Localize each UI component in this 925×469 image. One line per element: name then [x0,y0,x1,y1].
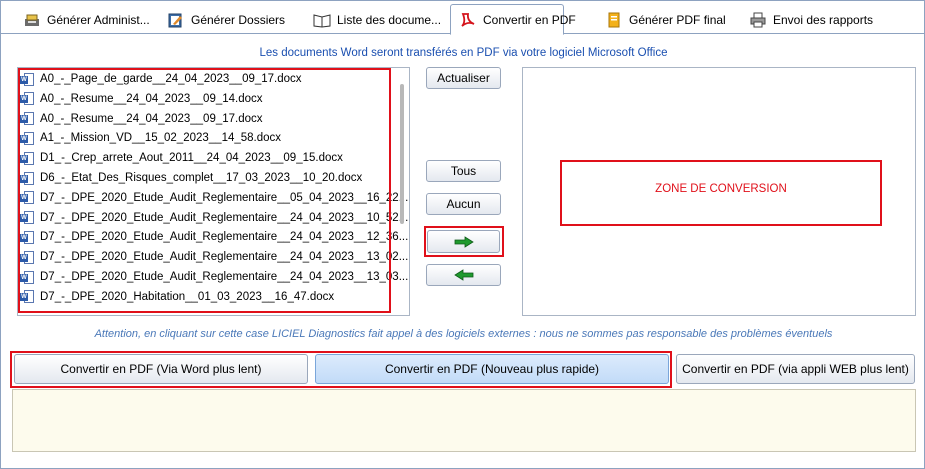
list-item-label: A1_-_Mission_VD__15_02_2023__14_58.docx [40,132,282,145]
list-item-label: A0_-_Page_de_garde__24_04_2023__09_17.do… [40,73,302,85]
refresh-button[interactable]: Actualiser [426,67,501,89]
word-doc-icon: W [20,131,35,146]
list-item[interactable]: W D7_-_DPE_2020_Etude_Audit_Reglementaire… [20,268,410,286]
scrollbar-thumb[interactable] [400,84,404,224]
move-left-button[interactable] [426,264,501,286]
list-item[interactable]: W A0_-_Resume__24_04_2023__09_14.docx [20,90,263,108]
list-item-label: A0_-_Resume__24_04_2023__09_17.docx [40,112,263,125]
word-doc-icon: W [20,151,35,166]
convert-word-button[interactable]: Convertir en PDF (Via Word plus lent) [14,354,308,384]
list-item-label: D7_-_DPE_2020_Etude_Audit_Reglementaire_… [40,211,410,224]
word-doc-icon: W [20,111,35,126]
tab-convertir-pdf[interactable]: Convertir en PDF [450,4,576,35]
move-right-button[interactable] [427,230,500,253]
word-doc-icon: W [20,190,35,205]
word-doc-icon: W [20,230,35,245]
select-none-button[interactable]: Aucun [426,193,501,215]
tab-bar: Générer Administ... Générer Dossiers Lis… [1,1,924,35]
list-item-label: D7_-_DPE_2020_Etude_Audit_Reglementaire_… [40,271,410,283]
list-item-label: D7_-_DPE_2020_Etude_Audit_Reglementaire_… [40,191,410,204]
app-window: Générer Administ... Générer Dossiers Lis… [0,0,925,469]
tab-generer-pdf-final[interactable]: Générer PDF final [597,6,734,34]
folder-edit-icon [167,12,185,28]
list-item[interactable]: W D7_-_DPE_2020_Etude_Audit_Reglementaire… [20,209,410,227]
printer-icon [749,12,767,28]
tab-label: Liste des docume... [337,13,442,27]
tab-label: Générer Administ... [47,13,150,27]
list-item-label: D1_-_Crep_arrete_Aout_2011__24_04_2023__… [40,152,343,165]
list-item-label: D7_-_DPE_2020_Etude_Audit_Reglementaire_… [40,231,410,244]
word-doc-icon: W [20,72,35,87]
tab-label: Générer Dossiers [191,13,286,27]
word-doc-icon: W [20,91,35,106]
convert-web-button[interactable]: Convertir en PDF (via appli WEB plus len… [676,354,915,384]
convert-new-button[interactable]: Convertir en PDF (Nouveau plus rapide) [315,354,669,384]
word-doc-icon: W [20,171,35,186]
list-item-label: A0_-_Resume__24_04_2023__09_14.docx [40,92,263,105]
word-doc-icon: W [20,270,35,285]
list-item[interactable]: W D1_-_Crep_arrete_Aout_2011__24_04_2023_… [20,149,343,167]
conversion-zone-label: ZONE DE CONVERSION [560,160,882,226]
arrow-left-icon [453,269,473,281]
pdf-icon [459,12,477,28]
list-item[interactable]: W D7_-_DPE_2020_Etude_Audit_Reglementaire… [20,228,410,246]
list-item[interactable]: W A0_-_Page_de_garde__24_04_2023__09_17.d… [20,70,302,88]
warning-message: Attention, en cliquant sur cette case LI… [94,328,833,340]
list-item[interactable]: W D7_-_DPE_2020_Etude_Audit_Reglementaire… [20,248,410,266]
list-item-label: D7_-_DPE_2020_Habitation__01_03_2023__16… [40,290,335,303]
word-doc-icon: W [20,250,35,265]
pdf-final-icon [605,12,623,28]
tab-liste-documents[interactable]: Liste des docume... [305,6,449,34]
tab-generer-administratif[interactable]: Générer Administ... [15,6,158,34]
info-message: Les documents Word seront transférés en … [259,47,668,59]
list-item[interactable]: W D6_-_Etat_Des_Risques_complet__17_03_20… [20,169,362,187]
word-doc-icon: W [20,289,35,304]
word-doc-icon: W [20,210,35,225]
list-item[interactable]: W A0_-_Resume__24_04_2023__09_17.docx [20,110,263,128]
tab-label: Générer PDF final [629,13,726,27]
document-list[interactable]: W A0_-_Page_de_garde__24_04_2023__09_17.d… [17,67,410,316]
book-icon [313,12,331,28]
admin-icon [23,12,41,28]
list-item-label: D7_-_DPE_2020_Etude_Audit_Reglementaire_… [40,251,410,264]
log-panel [12,389,916,452]
list-item[interactable]: W D7_-_DPE_2020_Habitation__01_03_2023__1… [20,288,334,306]
list-item-label: D6_-_Etat_Des_Risques_complet__17_03_202… [40,172,363,184]
tab-generer-dossiers[interactable]: Générer Dossiers [159,6,293,34]
tab-label: Envoi des rapports [773,13,874,27]
select-all-button[interactable]: Tous [426,160,501,182]
list-item[interactable]: W A1_-_Mission_VD__15_02_2023__14_58.docx [20,129,281,147]
conversion-zone-text: ZONE DE CONVERSION [655,183,787,195]
tab-envoi-rapports[interactable]: Envoi des rapports [741,6,881,34]
list-item[interactable]: W D7_-_DPE_2020_Etude_Audit_Reglementaire… [20,189,410,207]
tab-label: Convertir en PDF [483,12,576,27]
arrow-right-icon [454,235,474,248]
